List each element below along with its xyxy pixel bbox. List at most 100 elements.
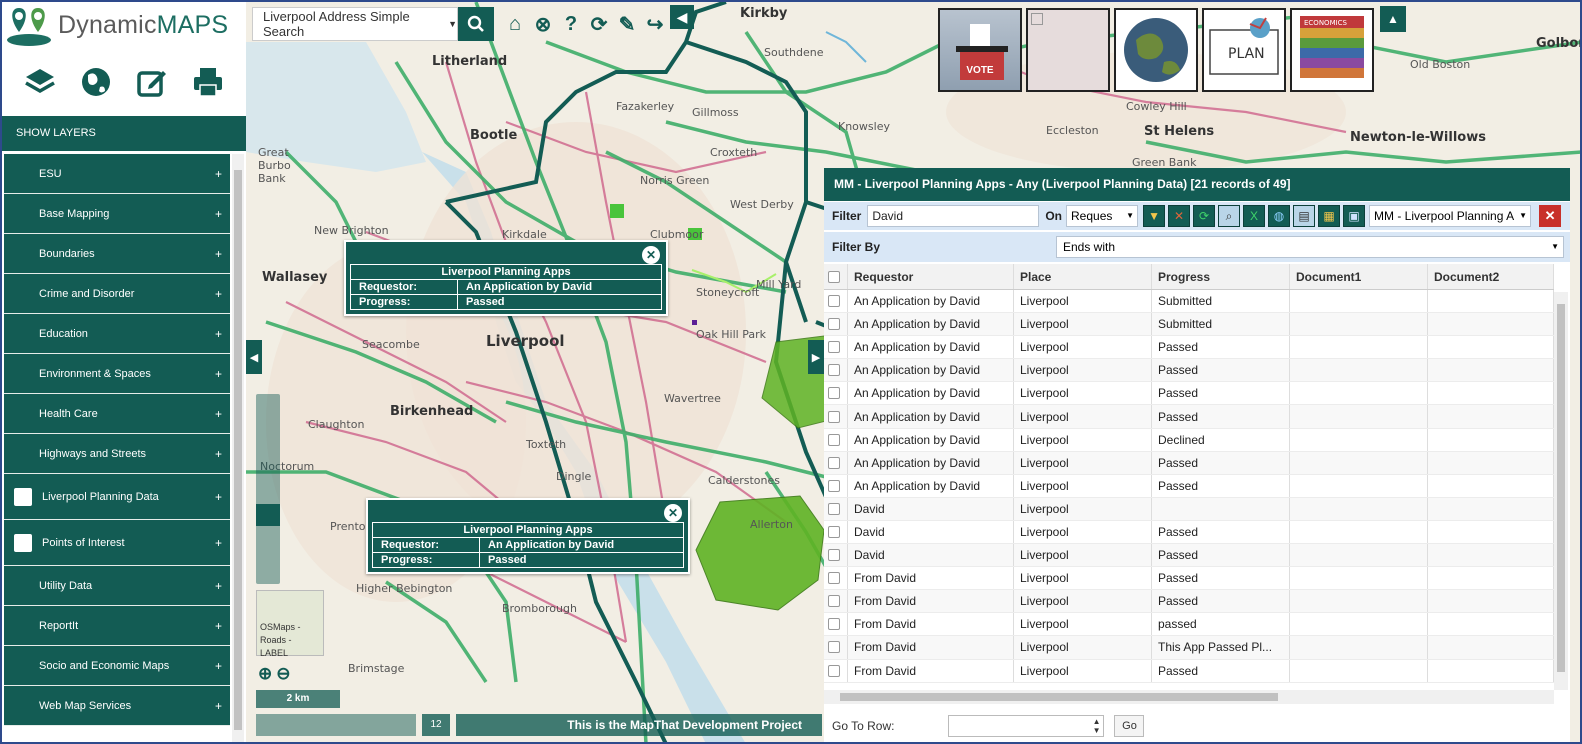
clear-filter-icon[interactable]: ✕ [1168, 205, 1191, 227]
sidebar-layer-item[interactable]: Health Care + [4, 394, 230, 434]
row-checkbox[interactable] [824, 405, 848, 428]
grid-hscroll-thumb[interactable] [840, 693, 1278, 701]
table-row[interactable]: David Liverpool [824, 497, 1554, 521]
row-checkbox[interactable] [824, 451, 848, 474]
sidebar-layer-item[interactable]: Environment & Spaces + [4, 354, 230, 394]
close-panel-button[interactable]: ✕ [1539, 205, 1562, 227]
expand-icon[interactable]: + [215, 327, 222, 341]
sidebar-layer-item[interactable]: Education + [4, 314, 230, 354]
filter-field-select[interactable]: Reques ▼ [1066, 205, 1139, 227]
sidebar-layer-item[interactable]: Socio and Economic Maps + [4, 646, 230, 686]
expand-icon[interactable]: + [215, 407, 222, 421]
filter-icon[interactable]: ▼ [1143, 205, 1166, 227]
select-all-checkbox[interactable] [824, 264, 848, 289]
expand-icon[interactable]: + [215, 447, 222, 461]
zoom-slider-handle[interactable] [256, 504, 280, 526]
save-icon[interactable]: ▣ [1343, 205, 1366, 227]
table-row[interactable]: From David Liverpool passed [824, 613, 1554, 637]
globe-icon[interactable]: ◍ [1268, 205, 1291, 227]
goto-row-input[interactable]: ▲ ▼ [948, 715, 1105, 737]
thumbnail-vote[interactable]: VOTE [938, 8, 1022, 92]
row-checkbox[interactable] [824, 336, 848, 359]
sidebar-layer-item[interactable]: Utility Data + [4, 566, 230, 606]
basemap-switcher[interactable]: OSMaps - Roads - LABEL [256, 590, 324, 658]
layer-select[interactable]: MM - Liverpool Planning A ▼ [1369, 205, 1532, 227]
table-row[interactable]: An Application by David Liverpool Declined [824, 428, 1554, 452]
table-row[interactable]: An Application by David Liverpool Passed [824, 451, 1554, 475]
zoom-out-icon[interactable]: ⊖ [276, 664, 290, 684]
sidebar-scrollbar[interactable] [232, 154, 244, 742]
row-checkbox[interactable] [824, 659, 848, 682]
row-checkbox[interactable] [824, 290, 848, 313]
clear-icon[interactable]: ⊗ [532, 12, 554, 36]
row-checkbox[interactable] [824, 474, 848, 497]
row-checkbox[interactable] [824, 382, 848, 405]
thumbnail-economics[interactable]: ECONOMICS [1290, 8, 1374, 92]
thumbnail-globe[interactable] [1114, 8, 1198, 92]
expand-icon[interactable]: + [215, 536, 222, 550]
row-checkbox[interactable] [824, 313, 848, 336]
table-row[interactable]: David Liverpool Passed [824, 520, 1554, 545]
table-row[interactable]: David Liverpool Passed [824, 544, 1554, 568]
layer-checkbox[interactable] [14, 487, 32, 506]
expand-panel-button[interactable]: ▶ [808, 340, 824, 374]
sidebar-layer-item[interactable]: Crime and Disorder + [4, 274, 230, 314]
grid-vertical-scrollbar[interactable] [1554, 292, 1568, 690]
table-row[interactable]: An Application by David Liverpool Passed [824, 336, 1554, 360]
report-icon[interactable]: ▦ [1318, 205, 1341, 227]
table-row[interactable]: From David Liverpool Passed [824, 659, 1554, 683]
filter-input[interactable]: David [867, 205, 1040, 227]
column-header[interactable]: Document2 [1428, 264, 1554, 289]
layers-icon[interactable] [22, 64, 58, 100]
expand-icon[interactable]: + [215, 490, 222, 504]
export-icon[interactable]: ↪ [644, 12, 666, 36]
row-checkbox[interactable] [824, 497, 848, 520]
row-checkbox[interactable] [824, 428, 848, 451]
table-row[interactable]: From David Liverpool This App Passed Pl... [824, 636, 1554, 660]
layer-checkbox[interactable] [14, 533, 32, 552]
table-row[interactable]: An Application by David Liverpool Passed [824, 405, 1554, 429]
column-header[interactable]: Document1 [1290, 264, 1428, 289]
go-button[interactable]: Go [1114, 715, 1145, 737]
expand-icon[interactable]: + [215, 659, 222, 673]
close-popup-button[interactable]: ✕ [664, 504, 682, 522]
row-checkbox[interactable] [824, 636, 848, 659]
column-header[interactable]: Progress [1152, 264, 1290, 289]
sidebar-layer-item[interactable]: Liverpool Planning Data + [4, 474, 230, 520]
collapse-sidebar-button[interactable]: ◀ [246, 340, 262, 374]
zoom-in-icon[interactable]: ⊕ [258, 664, 272, 684]
document-icon[interactable]: ▤ [1293, 205, 1316, 227]
table-row[interactable]: An Application by David Liverpool Passed [824, 382, 1554, 406]
refresh-icon[interactable]: ⟳ [1193, 205, 1216, 227]
collapse-thumbnails-button[interactable]: ▲ [1380, 6, 1406, 32]
table-row[interactable]: An Application by David Liverpool Submitte… [824, 313, 1554, 337]
row-checkbox[interactable] [824, 590, 848, 613]
search-type-select[interactable]: Liverpool Address Simple Search ▼ [252, 7, 458, 41]
expand-icon[interactable]: + [215, 287, 222, 301]
sidebar-layer-item[interactable]: Boundaries + [4, 234, 230, 274]
filter-mode-select[interactable]: Ends with ▼ [1056, 236, 1564, 258]
excel-export-icon[interactable]: X [1243, 205, 1266, 227]
collapse-toolbar-button[interactable]: ◀ [670, 5, 694, 29]
row-checkbox[interactable] [824, 613, 848, 636]
spinner-icon[interactable]: ▲ ▼ [1093, 717, 1101, 735]
zoom-to-icon[interactable]: ⌕ [1218, 205, 1241, 227]
row-checkbox[interactable] [824, 520, 848, 544]
refresh-icon[interactable]: ⟳ [588, 12, 610, 36]
search-button[interactable] [458, 7, 494, 41]
sidebar-layer-item[interactable]: Highways and Streets + [4, 434, 230, 474]
row-checkbox[interactable] [824, 359, 848, 382]
expand-icon[interactable]: + [215, 579, 222, 593]
expand-icon[interactable]: + [215, 207, 222, 221]
table-row[interactable]: From David Liverpool Passed [824, 567, 1554, 591]
expand-icon[interactable]: + [215, 247, 222, 261]
close-popup-button[interactable]: ✕ [642, 246, 660, 264]
thumbnail-plan[interactable]: PLAN [1202, 8, 1286, 92]
table-row[interactable]: From David Liverpool Passed [824, 590, 1554, 614]
table-row[interactable]: An Application by David Liverpool Passed [824, 474, 1554, 498]
sidebar-layer-item[interactable]: ESU + [4, 154, 230, 194]
globe-icon[interactable] [78, 64, 114, 100]
row-checkbox[interactable] [824, 544, 848, 567]
expand-icon[interactable]: + [215, 367, 222, 381]
table-row[interactable]: An Application by David Liverpool Submitte… [824, 290, 1554, 314]
